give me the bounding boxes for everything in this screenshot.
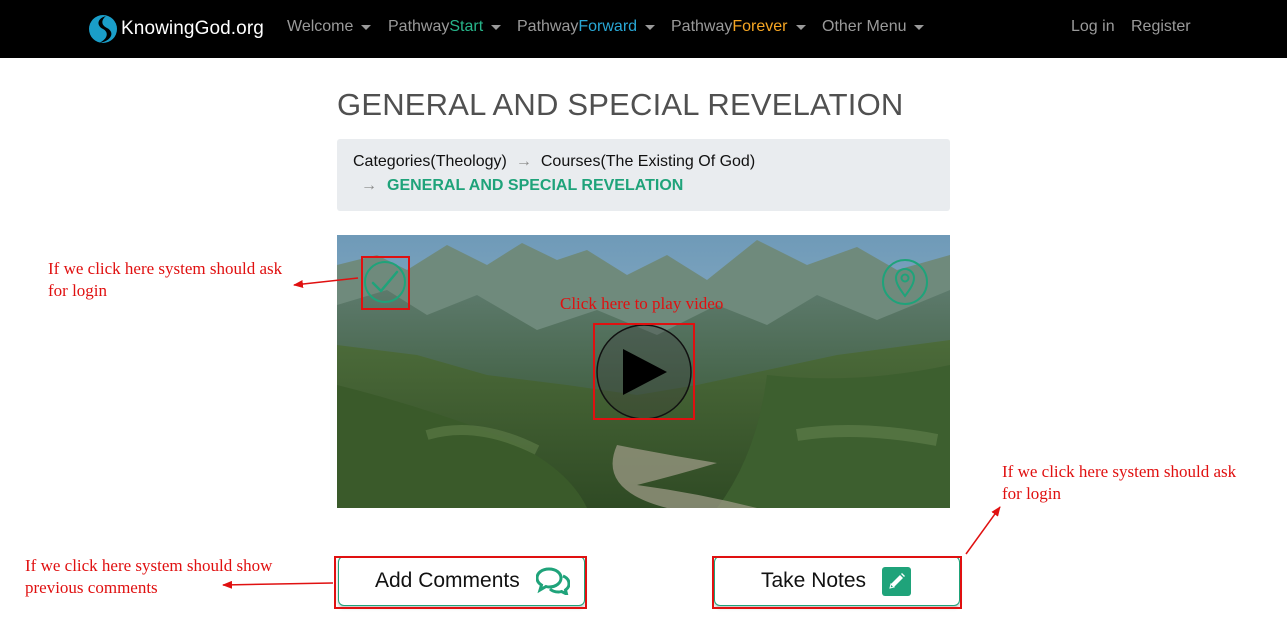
annotation-play-note: Click here to play video bbox=[560, 294, 724, 313]
nav-pathway-label: Pathway bbox=[388, 18, 450, 35]
nav-other-menu-label: Other Menu bbox=[822, 18, 907, 35]
knowinggod-logo-icon bbox=[89, 15, 117, 43]
caret-down-icon bbox=[645, 25, 656, 30]
add-comments-label: Add Comments bbox=[375, 569, 520, 592]
nav-start-label: Start bbox=[449, 18, 484, 35]
annotation-check-note: If we click here system should ask for l… bbox=[48, 258, 282, 302]
annotation-line: previous comments bbox=[25, 578, 158, 597]
breadcrumb-category-link[interactable]: Categories(Theology) bbox=[353, 153, 507, 171]
take-notes-button[interactable]: Take Notes bbox=[714, 556, 960, 606]
nav-forever-label: Forever bbox=[732, 18, 788, 35]
annotation-notes-note: If we click here system should ask for l… bbox=[1002, 461, 1236, 505]
brand-name: KnowingGod.org bbox=[121, 18, 264, 39]
page-title: GENERAL AND SPECIAL REVELATION bbox=[337, 87, 904, 122]
breadcrumb-current: GENERAL AND SPECIAL REVELATION bbox=[387, 177, 684, 194]
play-icon[interactable] bbox=[595, 323, 693, 421]
login-link[interactable]: Log in bbox=[1071, 18, 1115, 36]
pencil-square-icon bbox=[882, 566, 912, 596]
nav-pathway-forward-dropdown[interactable]: Pathway Forward bbox=[517, 18, 656, 36]
comments-icon bbox=[535, 567, 570, 595]
register-link[interactable]: Register bbox=[1131, 18, 1191, 36]
breadcrumb-course-link[interactable]: Courses(The Existing Of God) bbox=[541, 153, 755, 171]
check-circle-icon[interactable] bbox=[362, 259, 408, 305]
nav-pathway-forever-dropdown[interactable]: Pathway Forever bbox=[671, 18, 806, 36]
annotation-comments-note: If we click here system should show prev… bbox=[25, 555, 272, 599]
nav-forward-label: Forward bbox=[578, 18, 638, 35]
annotation-line: If we click here system should ask bbox=[48, 259, 283, 278]
caret-down-icon bbox=[795, 25, 806, 30]
map-pin-icon[interactable] bbox=[881, 258, 929, 306]
take-notes-label: Take Notes bbox=[761, 569, 867, 592]
annotation-line: If we click here system should show bbox=[25, 556, 273, 575]
top-navbar: KnowingGod.org Welcome Pathway Start Path… bbox=[0, 0, 1287, 58]
nav-pathway-label: Pathway bbox=[671, 18, 733, 35]
nav-other-menu-dropdown[interactable]: Other Menu bbox=[822, 18, 925, 36]
nav-pathway-start-dropdown[interactable]: Pathway Start bbox=[388, 18, 502, 36]
arrow-notes bbox=[965, 506, 1001, 555]
annotation-line: for login bbox=[48, 281, 108, 300]
nav-pathway-label: Pathway bbox=[517, 18, 579, 35]
annotation-line: for login bbox=[1002, 484, 1062, 503]
breadcrumb-arrow: → bbox=[515, 153, 532, 170]
caret-down-icon bbox=[914, 25, 925, 30]
breadcrumb-arrow: → bbox=[361, 177, 377, 194]
caret-down-icon bbox=[361, 25, 372, 30]
nav-welcome-dropdown[interactable]: Welcome bbox=[287, 18, 372, 36]
caret-down-icon bbox=[491, 25, 502, 30]
nav-welcome-label: Welcome bbox=[287, 18, 354, 35]
breadcrumb: Categories(Theology) → Courses(The Exist… bbox=[337, 139, 950, 211]
add-comments-button[interactable]: Add Comments bbox=[338, 556, 585, 606]
annotation-line: If we click here system should ask bbox=[1002, 462, 1237, 481]
brand-link[interactable]: KnowingGod.org bbox=[88, 13, 264, 45]
video-player[interactable] bbox=[337, 235, 950, 508]
